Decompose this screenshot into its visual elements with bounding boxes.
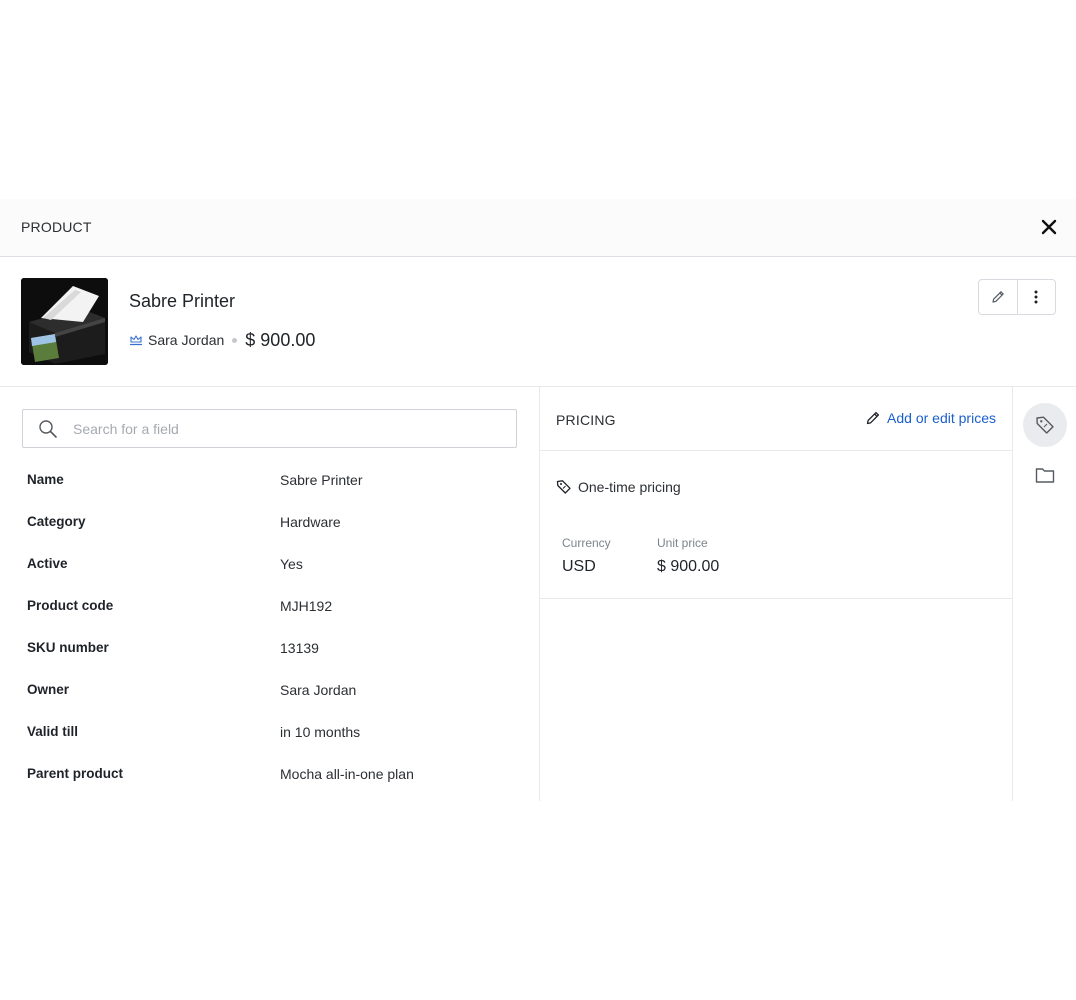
field-value: Yes (280, 556, 303, 572)
currency-caption: Currency (562, 536, 611, 550)
pricing-type-label: One-time pricing (578, 479, 681, 495)
header-actions (978, 279, 1056, 315)
currency-value: USD (562, 558, 596, 575)
pricing-header: PRICING Add or edit prices (540, 387, 1012, 451)
product-meta: Sara Jordan $ 900.00 (129, 329, 315, 351)
field-value: Sabre Printer (280, 472, 363, 488)
currency-cell: Currency USD (562, 536, 611, 576)
rail-files-button[interactable] (1023, 453, 1067, 497)
field-label: Valid till (27, 724, 79, 739)
field-label: SKU number (27, 640, 109, 655)
field-value: 13139 (280, 640, 319, 656)
pencil-icon (992, 291, 1004, 303)
price-tag-icon (556, 480, 571, 494)
field-label: Owner (27, 682, 70, 697)
more-actions-button[interactable] (1016, 280, 1056, 314)
close-button[interactable] (1038, 216, 1060, 238)
field-value: Hardware (280, 514, 341, 530)
pricing-details: One-time pricing Currency USD Unit price… (540, 451, 1012, 599)
field-row[interactable]: Name Sabre Printer (27, 472, 527, 492)
product-panel: PRODUCT Sabre Printer Sara Jordan $ 900.… (0, 199, 1076, 801)
price-tag-icon (1036, 416, 1054, 434)
search-input[interactable] (73, 410, 503, 447)
edit-button[interactable] (979, 280, 1017, 314)
field-row[interactable]: Parent product Mocha all-in-one plan (27, 766, 527, 786)
field-row[interactable]: Active Yes (27, 556, 527, 576)
pricing-section: PRICING Add or edit prices One-time pric… (539, 387, 1012, 801)
owner-link[interactable]: Sara Jordan (148, 332, 224, 348)
panel-title: PRODUCT (21, 219, 92, 235)
product-price: $ 900.00 (245, 329, 316, 350)
more-vertical-icon (1034, 290, 1038, 304)
pricing-type: One-time pricing (556, 479, 681, 495)
pencil-icon (866, 411, 880, 425)
product-image (21, 278, 108, 365)
unit-price-cell: Unit price $ 900.00 (657, 536, 719, 576)
search-icon (39, 420, 57, 438)
field-label: Active (27, 556, 68, 571)
add-or-edit-prices-link[interactable]: Add or edit prices (865, 410, 996, 426)
field-row[interactable]: Product code MJH192 (27, 598, 527, 618)
close-icon (1041, 219, 1057, 235)
panel-header: PRODUCT (0, 199, 1076, 257)
pricing-title: PRICING (556, 412, 616, 428)
printer-image (21, 278, 108, 365)
unit-price-value: $ 900.00 (657, 558, 720, 575)
folder-icon (1035, 468, 1055, 483)
edit-prices-label: Add or edit prices (887, 410, 996, 426)
fields-column: Name Sabre Printer Category Hardware Act… (0, 387, 539, 801)
separator-dot (232, 337, 238, 343)
product-name: Sabre Printer (129, 291, 236, 311)
field-row[interactable]: Owner Sara Jordan (27, 682, 527, 702)
field-value: in 10 months (280, 724, 361, 740)
field-value: MJH192 (280, 598, 333, 614)
user-crown-icon (129, 333, 143, 347)
field-label: Parent product (27, 766, 124, 781)
field-row[interactable]: Valid till in 10 months (27, 724, 527, 744)
unit-price-caption: Unit price (657, 536, 708, 550)
field-label: Name (27, 472, 64, 487)
field-value: Mocha all-in-one plan (280, 766, 414, 782)
rail-pricing-button[interactable] (1023, 403, 1067, 447)
field-label: Product code (27, 598, 114, 613)
product-summary: Sabre Printer Sara Jordan $ 900.00 (0, 257, 1076, 387)
field-label: Category (27, 514, 86, 529)
field-row[interactable]: SKU number 13139 (27, 640, 527, 660)
field-search (22, 409, 517, 448)
side-rail (1012, 387, 1076, 801)
field-row[interactable]: Category Hardware (27, 514, 527, 534)
field-value: Sara Jordan (280, 682, 357, 698)
